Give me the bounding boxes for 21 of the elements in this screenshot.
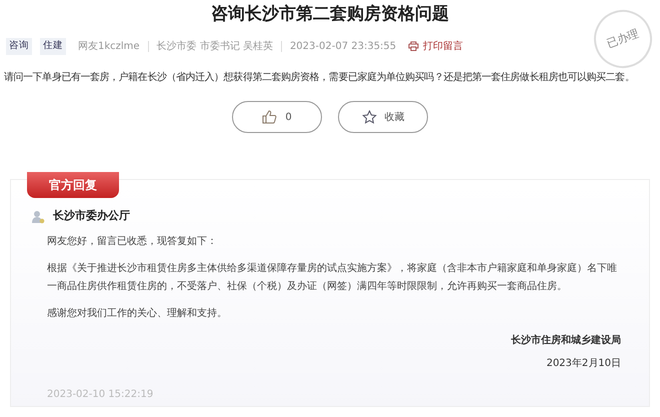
reply-date: 2023年2月10日: [545, 356, 622, 371]
page-title: 咨询长沙市第二套购房资格问题: [210, 4, 450, 24]
star-icon: [362, 110, 376, 124]
category-tag: 住建: [40, 38, 66, 55]
department-label: 长沙市委 市委书记 吴桂英: [156, 40, 273, 54]
thumbs-up-icon: [262, 110, 278, 124]
signature-text: 长沙市住房和城乡建设局: [510, 333, 622, 348]
reply-paragraph: 网友您好，留言已收悉，现答复如下：: [47, 234, 218, 249]
reply-paragraph: 感谢您对我们工作的关心、理解和支持。: [47, 306, 228, 322]
post-datetime: 2023-02-07 23:35:55: [290, 40, 396, 54]
reply-ribbon: 官方回复: [27, 172, 119, 198]
print-link[interactable]: 打印留言: [408, 38, 464, 54]
category-tag: 咨询: [6, 38, 32, 55]
reply-paragraph: 根据《关于推进长沙市租赁住房多主体供给多渠道保障存量房的试点实施方案》，将家庭（含非本市户籍家庭和单身家庭）名下唯一商品住房供作租赁住房的，不受落户、社保（个税）及办证（网签）满四年等时限限制，允许再购买一套商品住房。: [47, 262, 618, 294]
like-button[interactable]: 0: [232, 101, 322, 134]
author-name: 网友1kczlme: [78, 40, 140, 54]
user-icon: [31, 210, 45, 224]
printer-icon: [408, 41, 420, 52]
responder-name: 长沙市委办公厅: [53, 208, 130, 224]
reply-posted-time: 2023-02-10 15:22:19: [47, 388, 154, 402]
favorite-button[interactable]: 收藏: [338, 101, 428, 134]
